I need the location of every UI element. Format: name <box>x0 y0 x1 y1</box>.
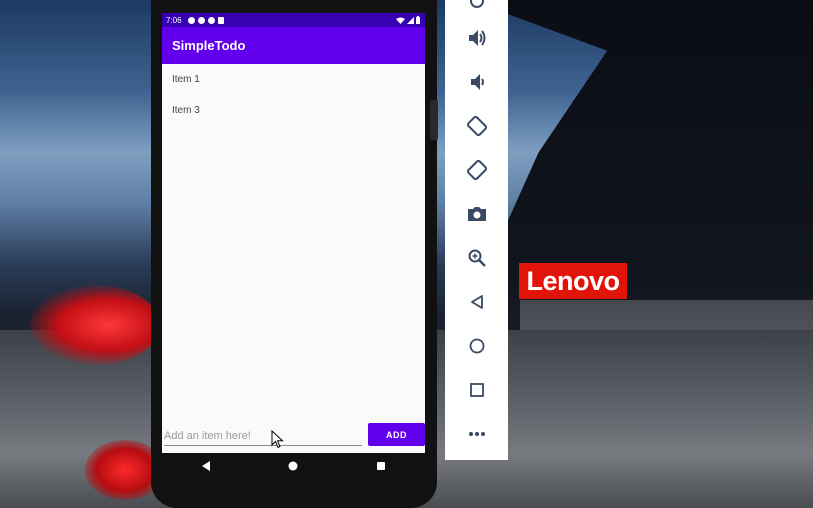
status-time: 7:06 <box>166 15 182 25</box>
wifi-icon <box>396 17 405 24</box>
mouse-cursor-icon <box>271 430 284 449</box>
rotate-right-button[interactable] <box>445 155 508 185</box>
overview-icon <box>469 383 484 397</box>
screenshot-button[interactable] <box>445 199 508 229</box>
sync-notification-icon <box>207 16 215 24</box>
phone-side-button <box>430 100 438 140</box>
home-icon <box>469 338 484 354</box>
volume-up-icon <box>468 30 485 46</box>
status-bar: 7:06 <box>162 13 425 27</box>
volume-down-button[interactable] <box>445 67 508 97</box>
app-title: SimpleTodo <box>172 38 246 53</box>
todo-item[interactable]: Item 1 <box>162 64 425 95</box>
rotate-left-icon <box>466 115 487 137</box>
power-icon <box>469 0 484 8</box>
zoom-in-icon <box>468 249 486 267</box>
todo-item[interactable]: Item 3 <box>162 95 425 126</box>
shield-notification-icon <box>197 16 205 24</box>
emulator-toolbar <box>445 0 508 460</box>
home-button[interactable] <box>445 331 508 361</box>
volume-up-button[interactable] <box>445 23 508 53</box>
nav-back-button[interactable] <box>186 456 226 476</box>
back-triangle-icon <box>201 460 210 471</box>
device-screen: 7:06 SimpleTodo Item 1 Item 3 ADD <box>162 13 425 453</box>
sd-card-icon <box>217 16 224 24</box>
back-button[interactable] <box>445 287 508 317</box>
more-icon <box>468 432 485 436</box>
add-item-input[interactable] <box>164 427 362 446</box>
app-bar: SimpleTodo <box>162 27 425 64</box>
add-button[interactable]: ADD <box>368 423 425 446</box>
overview-square-icon <box>377 461 386 470</box>
power-button[interactable] <box>445 0 508 15</box>
overview-button[interactable] <box>445 375 508 405</box>
rotate-right-icon <box>466 159 487 181</box>
signal-icon <box>407 16 414 24</box>
rotate-left-button[interactable] <box>445 111 508 141</box>
battery-icon <box>416 16 420 24</box>
more-button[interactable] <box>445 419 508 449</box>
nav-overview-button[interactable] <box>361 456 401 476</box>
zoom-button[interactable] <box>445 243 508 273</box>
add-item-row: ADD <box>162 420 425 450</box>
back-icon <box>470 295 483 309</box>
volume-down-icon <box>470 74 484 90</box>
home-circle-icon <box>288 461 298 470</box>
system-nav-bar <box>162 453 425 478</box>
lenovo-logo: Lenovo <box>519 263 627 299</box>
settings-notification-icon <box>187 16 195 24</box>
nav-home-button[interactable] <box>273 456 313 476</box>
todo-list: Item 1 Item 3 <box>162 64 425 126</box>
camera-icon <box>467 207 486 221</box>
wallpaper-red-light <box>30 285 160 365</box>
